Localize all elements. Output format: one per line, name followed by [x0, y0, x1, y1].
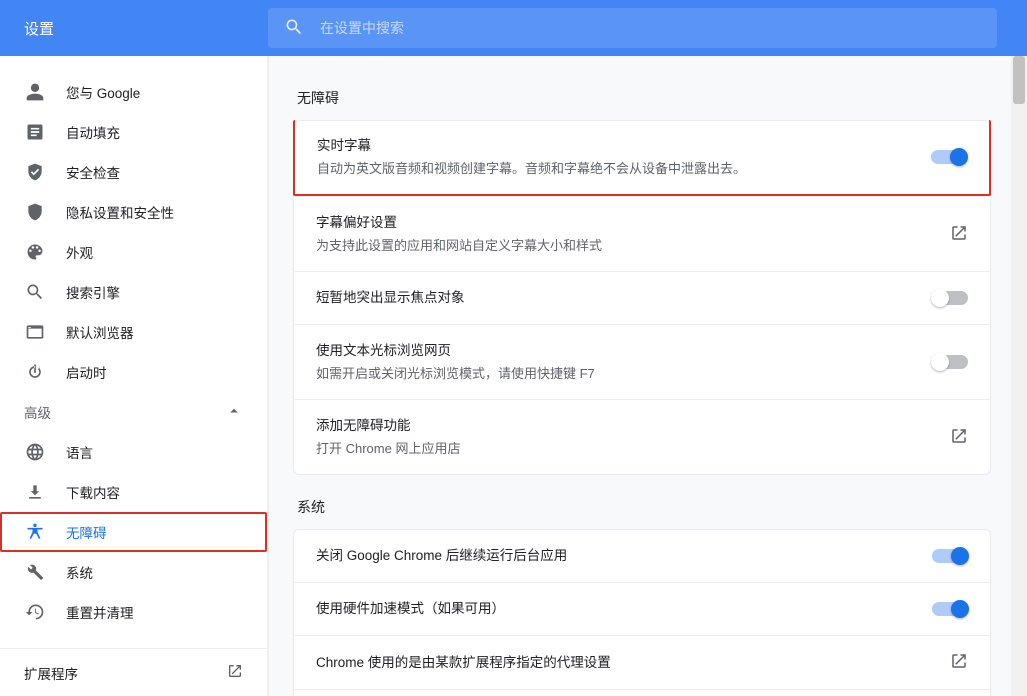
sidebar-item-language[interactable]: 语言: [0, 432, 267, 472]
sidebar-item-you[interactable]: 您与 Google: [0, 72, 267, 112]
toggle-caret-browsing[interactable]: [932, 355, 968, 369]
system-card: 关闭 Google Chrome 后继续运行后台应用 使用硬件加速模式（如果可用…: [293, 529, 991, 696]
autofill-icon: [24, 121, 46, 143]
sidebar-item-label: 默认浏览器: [66, 322, 134, 342]
row-title: 使用硬件加速模式（如果可用）: [316, 599, 932, 619]
sidebar-item-appearance[interactable]: 外观: [0, 232, 267, 272]
sidebar-advanced-toggle[interactable]: 高级: [0, 392, 267, 432]
chevron-up-icon: [225, 402, 243, 423]
search-icon: [24, 281, 46, 303]
search-box[interactable]: [268, 8, 997, 48]
search-icon: [284, 17, 320, 40]
launch-icon: [950, 652, 968, 673]
sidebar-item-label: 无障碍: [66, 522, 107, 542]
sidebar-advanced-label: 高级: [24, 402, 51, 422]
sidebar-item-system[interactable]: 系统: [0, 552, 267, 592]
sidebar-item-accessibility[interactable]: 无障碍: [0, 512, 267, 552]
sidebar-item-label: 启动时: [66, 362, 107, 382]
person-icon: [24, 81, 46, 103]
sidebar-item-downloads[interactable]: 下载内容: [0, 472, 267, 512]
page-title: 设置: [0, 18, 268, 39]
sidebar-item-label: 隐私设置和安全性: [66, 202, 174, 222]
sidebar: 您与 Google 自动填充 安全检查 隐私设置和安全性 外观 搜索引擎: [0, 56, 268, 696]
toggle-live-caption[interactable]: [931, 150, 967, 164]
sidebar-item-reset[interactable]: 重置并清理: [0, 592, 267, 632]
sidebar-item-search-engine[interactable]: 搜索引擎: [0, 272, 267, 312]
row-title: 实时字幕: [317, 136, 931, 156]
scrollbar[interactable]: [1011, 56, 1027, 696]
globe-icon: [24, 441, 46, 463]
row-proxy[interactable]: Chrome 使用的是由某款扩展程序指定的代理设置: [294, 635, 990, 689]
sidebar-item-label: 搜索引擎: [66, 282, 120, 302]
launch-icon: [950, 224, 968, 245]
sidebar-item-label: 重置并清理: [66, 602, 134, 622]
row-proxy-extension: 此设置由"快速安全通道"控制 停用: [294, 689, 990, 696]
row-live-caption[interactable]: 实时字幕 自动为英文版音频和视频创建字幕。音频和字幕绝不会从设备中泄露出去。: [293, 120, 991, 196]
launch-icon: [227, 663, 243, 682]
wrench-icon: [24, 561, 46, 583]
sidebar-item-label: 语言: [66, 442, 93, 462]
sidebar-item-label: 系统: [66, 562, 93, 582]
browser-icon: [24, 321, 46, 343]
row-desc: 为支持此设置的应用和网站自定义字幕大小和样式: [316, 236, 950, 255]
row-title: 字幕偏好设置: [316, 213, 950, 233]
sidebar-item-default-browser[interactable]: 默认浏览器: [0, 312, 267, 352]
sidebar-item-label: 安全检查: [66, 162, 120, 182]
download-icon: [24, 481, 46, 503]
sidebar-extensions-link[interactable]: 扩展程序: [0, 648, 267, 696]
search-input[interactable]: [320, 20, 501, 36]
sidebar-item-label: 您与 Google: [66, 82, 140, 102]
row-title: 短暂地突出显示焦点对象: [316, 288, 932, 308]
sidebar-item-label: 下载内容: [66, 482, 120, 502]
safety-check-icon: [24, 161, 46, 183]
row-desc: 自动为英文版音频和视频创建字幕。音频和字幕绝不会从设备中泄露出去。: [317, 159, 931, 178]
row-desc: 如需开启或关闭光标浏览模式，请使用快捷键 F7: [316, 364, 932, 383]
toggle-focus-highlight[interactable]: [932, 291, 968, 305]
row-title: 添加无障碍功能: [316, 416, 950, 436]
row-background-apps[interactable]: 关闭 Google Chrome 后继续运行后台应用: [294, 530, 990, 582]
accessibility-icon: [24, 521, 46, 543]
section-heading-system: 系统: [297, 497, 991, 517]
row-title: 关闭 Google Chrome 后继续运行后台应用: [316, 546, 932, 566]
row-hwaccel[interactable]: 使用硬件加速模式（如果可用）: [294, 582, 990, 635]
power-icon: [24, 361, 46, 383]
sidebar-item-label: 自动填充: [66, 122, 120, 142]
row-add-a11y[interactable]: 添加无障碍功能 打开 Chrome 网上应用店: [294, 399, 990, 474]
accessibility-card: 实时字幕 自动为英文版音频和视频创建字幕。音频和字幕绝不会从设备中泄露出去。 字…: [293, 120, 991, 475]
palette-icon: [24, 241, 46, 263]
row-title: 使用文本光标浏览网页: [316, 341, 932, 361]
restore-icon: [24, 601, 46, 623]
privacy-icon: [24, 201, 46, 223]
row-caption-pref[interactable]: 字幕偏好设置 为支持此设置的应用和网站自定义字幕大小和样式: [294, 196, 990, 271]
row-focus-highlight[interactable]: 短暂地突出显示焦点对象: [294, 271, 990, 324]
section-heading-accessibility: 无障碍: [297, 88, 991, 108]
sidebar-item-startup[interactable]: 启动时: [0, 352, 267, 392]
row-caret-browsing[interactable]: 使用文本光标浏览网页 如需开启或关闭光标浏览模式，请使用快捷键 F7: [294, 324, 990, 399]
toggle-hwaccel[interactable]: [932, 602, 968, 616]
launch-icon: [950, 427, 968, 448]
row-title: Chrome 使用的是由某款扩展程序指定的代理设置: [316, 653, 950, 673]
toggle-background-apps[interactable]: [932, 549, 968, 563]
sidebar-item-safety-check[interactable]: 安全检查: [0, 152, 267, 192]
sidebar-extensions-label: 扩展程序: [24, 663, 78, 683]
sidebar-item-label: 外观: [66, 242, 93, 262]
sidebar-item-privacy[interactable]: 隐私设置和安全性: [0, 192, 267, 232]
row-desc: 打开 Chrome 网上应用店: [316, 439, 950, 458]
sidebar-item-autofill[interactable]: 自动填充: [0, 112, 267, 152]
main-content: 无障碍 实时字幕 自动为英文版音频和视频创建字幕。音频和字幕绝不会从设备中泄露出…: [268, 56, 1027, 696]
